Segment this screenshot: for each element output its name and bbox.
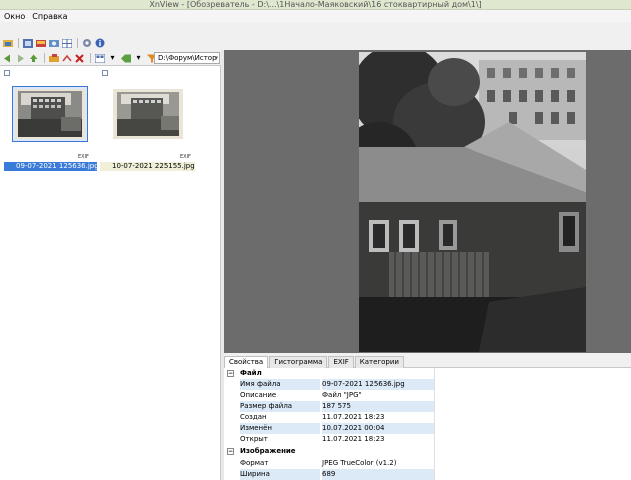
thumbnail-item[interactable]: [110, 86, 186, 142]
thumbnail-label[interactable]: 09-07-2021 125636.jpg: [4, 162, 99, 171]
chevron-down-icon[interactable]: ▾: [133, 53, 144, 63]
image-preview[interactable]: [224, 50, 631, 353]
group-file[interactable]: − Файл: [224, 368, 631, 379]
main-toolbar: [0, 36, 220, 50]
group-image[interactable]: − Изображение: [224, 446, 631, 457]
preview-photo: [359, 52, 586, 352]
select-checkbox[interactable]: [102, 70, 108, 76]
tab-histogram[interactable]: Гистограмма: [269, 356, 328, 368]
chevron-down-icon[interactable]: ▾: [107, 53, 118, 63]
delete-icon[interactable]: [74, 53, 85, 63]
path-field[interactable]: D:\Форум\Истор ▾: [154, 52, 220, 64]
thumbnail-label[interactable]: 10-07-2021 225155.jpg: [100, 162, 195, 171]
compare-icon[interactable]: [61, 38, 72, 48]
select-checkbox[interactable]: [4, 70, 10, 76]
thumbnail-browser[interactable]: EXIF 09-07-2021 125636.jpg EXIF 10-07-20…: [0, 65, 221, 480]
tab-categories[interactable]: Категории: [354, 356, 404, 368]
table-row: Ширина 689: [224, 469, 631, 480]
chevron-down-icon[interactable]: ▾: [214, 53, 218, 63]
property-key: Формат: [240, 459, 269, 467]
window-title: XnView - [Обозреватель - D:\...\1Начало-…: [0, 0, 631, 10]
forward-icon[interactable]: [15, 53, 26, 63]
slideshow-icon[interactable]: [48, 38, 59, 48]
settings-icon[interactable]: [81, 38, 92, 48]
property-key: Размер файла: [240, 401, 320, 412]
property-value: 09-07-2021 125636.jpg: [322, 379, 434, 390]
menu-bar: Окно Справка: [0, 10, 631, 22]
property-key: Открыт: [240, 435, 268, 443]
info-tabs: Свойства Гистограмма EXIF Категории: [224, 355, 631, 368]
copy-to-icon[interactable]: [48, 53, 59, 63]
exif-badge: EXIF: [180, 154, 191, 160]
group-label: Изображение: [240, 447, 296, 455]
table-row: Формат JPEG TrueColor (v1.2): [224, 458, 631, 469]
fullscreen-icon[interactable]: [35, 38, 46, 48]
browse-icon[interactable]: [2, 38, 13, 48]
collapse-icon[interactable]: −: [227, 370, 234, 377]
tab-properties[interactable]: Свойства: [224, 356, 269, 368]
menu-item-help[interactable]: Справка: [32, 12, 67, 21]
table-row: Имя файла 09-07-2021 125636.jpg: [224, 379, 631, 390]
path-field-value: D:\Форум\Истор: [158, 54, 217, 62]
toolbar-separator: [77, 38, 78, 48]
property-key: Изменён: [240, 423, 320, 434]
exif-badge: EXIF: [78, 154, 89, 160]
table-row: Размер файла 187 575: [224, 401, 631, 412]
thumbnail-image: [113, 89, 183, 139]
table-row: Изменён 10.07.2021 00:04: [224, 423, 631, 434]
property-key: Имя файла: [240, 379, 320, 390]
toolbar-separator: [18, 38, 19, 48]
properties-table: − Файл Имя файла 09-07-2021 125636.jpg О…: [224, 368, 631, 480]
back-icon[interactable]: [2, 53, 13, 63]
table-row: Описание Файл "JPG": [224, 390, 631, 401]
group-label: Файл: [240, 369, 262, 377]
toolbar-separator: [90, 53, 91, 63]
property-value: 11.07.2021 18:23: [322, 435, 385, 443]
toolbar-separator: [44, 53, 45, 63]
menu-item-window[interactable]: Окно: [4, 12, 25, 21]
up-folder-icon[interactable]: [28, 53, 39, 63]
property-value: 187 575: [322, 401, 434, 412]
property-value: JPEG TrueColor (v1.2): [322, 459, 397, 467]
property-value: 11.07.2021 18:23: [322, 413, 385, 421]
thumbnail-item[interactable]: [12, 86, 88, 142]
property-key: Создан: [240, 413, 267, 421]
property-value: 689: [322, 469, 434, 480]
property-value: 10.07.2021 00:04: [322, 423, 434, 434]
view-icon[interactable]: [22, 38, 33, 48]
property-value: Файл "JPG": [322, 391, 362, 399]
tag-icon[interactable]: [120, 53, 131, 63]
property-key: Описание: [240, 391, 277, 399]
thumbnail-image: [15, 89, 85, 139]
tab-exif[interactable]: EXIF: [328, 356, 354, 368]
table-row: Открыт 11.07.2021 18:23: [224, 434, 631, 445]
table-row: Создан 11.07.2021 18:23: [224, 412, 631, 423]
info-icon[interactable]: [94, 38, 105, 48]
move-to-icon[interactable]: [61, 53, 72, 63]
view-mode-icon[interactable]: [94, 53, 105, 63]
property-key: Ширина: [240, 469, 320, 480]
collapse-icon[interactable]: −: [227, 448, 234, 455]
